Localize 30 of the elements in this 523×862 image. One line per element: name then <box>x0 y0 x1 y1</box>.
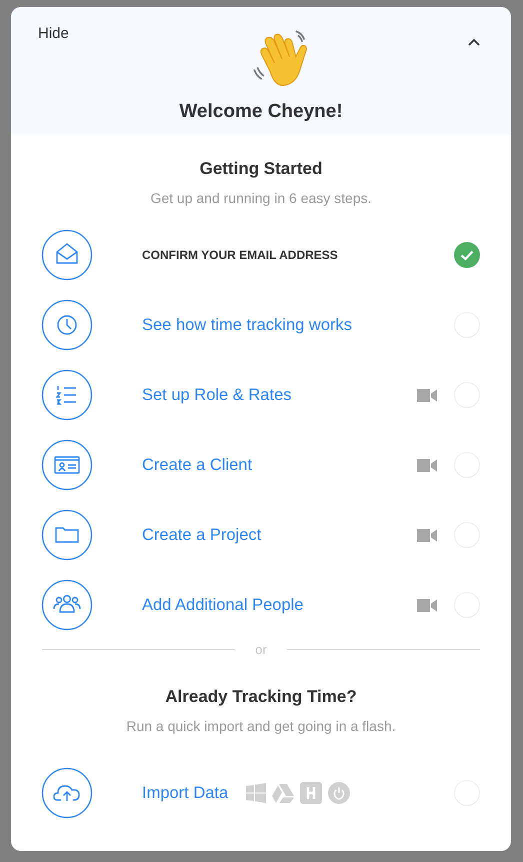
section-title: Already Tracking Time? <box>164 687 358 707</box>
step-link[interactable]: Create a Project <box>142 526 417 544</box>
windows-logo-icon <box>246 783 266 803</box>
drive-logo-icon <box>272 784 294 802</box>
numbered-list-icon <box>41 369 93 421</box>
envelope-icon <box>41 229 93 281</box>
step-link[interactable]: Create a Client <box>142 456 417 474</box>
cloud-upload-icon <box>41 767 93 819</box>
step-label: CONFIRM YOUR EMAIL ADDRESS <box>142 248 339 262</box>
folder-icon <box>41 509 93 561</box>
welcome-title: Welcome Cheyne! <box>178 101 344 123</box>
video-camera-icon[interactable] <box>417 528 437 542</box>
collapse-chevron-icon[interactable] <box>468 38 480 46</box>
video-camera-icon[interactable] <box>417 388 437 402</box>
section-subtitle: Run a quick import and get going in a flash. <box>125 718 397 734</box>
section-subtitle: Get up and running in 6 easy steps. <box>149 190 373 206</box>
video-camera-icon[interactable] <box>417 458 437 472</box>
hide-link[interactable]: Hide <box>38 25 69 42</box>
clock-icon <box>41 299 93 351</box>
step-link[interactable]: See how time tracking works <box>142 316 453 334</box>
id-card-icon <box>41 439 93 491</box>
section-title: Getting Started <box>198 159 324 179</box>
video-camera-icon[interactable] <box>417 598 437 612</box>
power-logo-icon <box>328 782 350 804</box>
h-logo-icon <box>300 782 322 804</box>
divider-label: or <box>254 642 268 657</box>
import-link[interactable]: Import Data <box>142 784 228 802</box>
step-link[interactable]: Add Additional People <box>142 596 417 614</box>
step-link[interactable]: Set up Role & Rates <box>142 386 417 404</box>
people-icon <box>41 579 93 631</box>
